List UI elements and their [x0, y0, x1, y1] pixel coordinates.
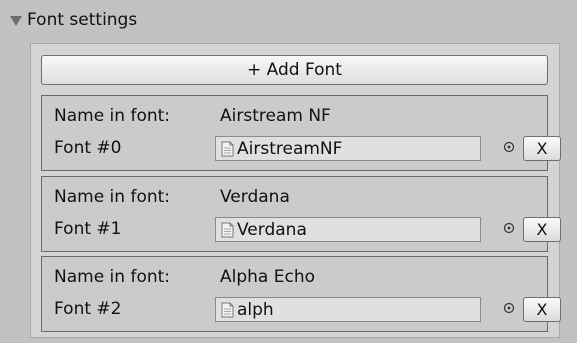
font-asset-name: AirstreamNF	[237, 138, 343, 159]
object-picker-icon[interactable]	[503, 222, 515, 234]
remove-font-button[interactable]: X	[523, 136, 561, 161]
font-index-label: Font #2	[54, 299, 122, 319]
font-entry-2: Name in font: Alpha Echo Font #2 alph X	[41, 256, 561, 332]
font-entry-0: Name in font: Airstream NF Font #0 Airst…	[41, 95, 561, 171]
remove-font-button[interactable]: X	[523, 217, 561, 242]
name-in-font-label: Name in font:	[54, 267, 171, 287]
font-asset-field[interactable]: Verdana	[215, 217, 481, 242]
font-asset-field[interactable]: AirstreamNF	[215, 136, 481, 161]
add-font-button[interactable]: + Add Font	[41, 55, 548, 85]
font-asset-name: Verdana	[237, 219, 307, 240]
document-icon	[221, 302, 234, 317]
name-in-font-label: Name in font:	[54, 106, 171, 126]
document-icon	[221, 222, 234, 237]
name-in-font-value: Alpha Echo	[220, 267, 316, 287]
name-in-font-label: Name in font:	[54, 187, 171, 207]
font-settings-panel: + Add Font Name in font: Airstream NF Fo…	[30, 43, 561, 338]
section-title: Font settings	[27, 10, 138, 30]
object-picker-icon[interactable]	[503, 302, 515, 314]
document-icon	[221, 141, 234, 156]
font-entry-1: Name in font: Verdana Font #1 Verdana X	[41, 176, 561, 252]
font-asset-name: alph	[237, 299, 274, 320]
triangle-down-icon	[10, 16, 22, 26]
font-index-label: Font #1	[54, 219, 122, 239]
font-index-label: Font #0	[54, 138, 122, 158]
font-asset-field[interactable]: alph	[215, 297, 481, 322]
remove-font-button[interactable]: X	[523, 297, 561, 322]
object-picker-icon[interactable]	[503, 141, 515, 153]
name-in-font-value: Verdana	[220, 187, 290, 207]
name-in-font-value: Airstream NF	[220, 106, 331, 126]
font-settings-foldout[interactable]: Font settings	[10, 8, 137, 32]
